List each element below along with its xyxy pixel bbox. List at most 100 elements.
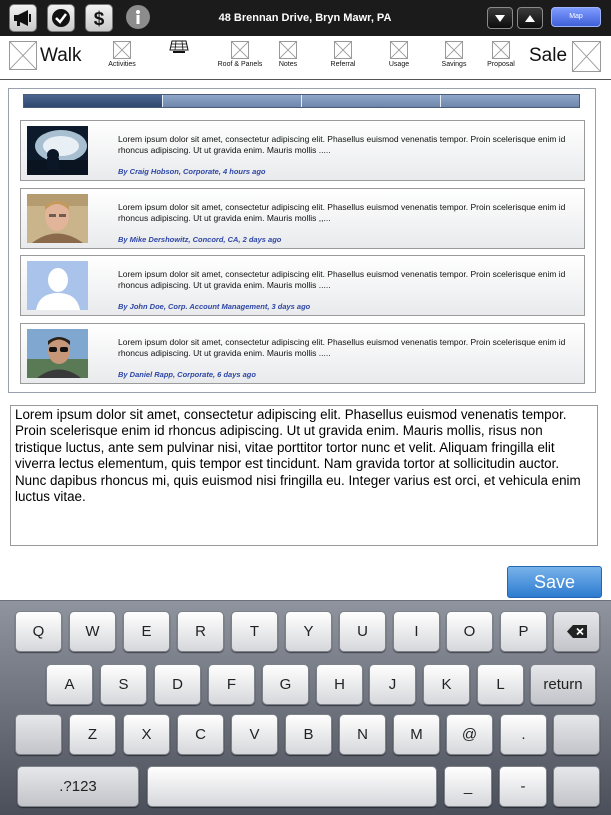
feed-item[interactable]: Lorem ipsum dolor sit amet, consectetur …	[20, 120, 585, 181]
key-v[interactable]: V	[231, 714, 278, 755]
tool-notes[interactable]: Notes	[258, 41, 318, 68]
key-n[interactable]: N	[339, 714, 386, 755]
tool-row: Walk Activities Roof & Panels Notes Refe…	[0, 36, 611, 80]
check-circle-icon	[52, 9, 70, 27]
sunglasses-photo-icon	[27, 329, 88, 378]
man-photo-icon	[27, 194, 88, 243]
tool-usage[interactable]: Usage	[369, 41, 429, 68]
space-key[interactable]	[147, 766, 437, 807]
tool-label: Referral	[330, 61, 356, 68]
solar-panel-icon	[169, 40, 189, 53]
tool-label: Proposal	[487, 61, 515, 68]
previous-button[interactable]	[487, 7, 513, 29]
usage-placeholder-icon	[390, 41, 408, 59]
tool-solar[interactable]	[149, 39, 209, 57]
key-d[interactable]: D	[154, 664, 201, 705]
savings-placeholder-icon	[445, 41, 463, 59]
sale-label[interactable]: Sale	[529, 45, 567, 67]
roof-panels-placeholder-icon	[231, 41, 249, 59]
avatar	[27, 126, 88, 175]
key-at[interactable]: @	[446, 714, 493, 755]
notes-textarea[interactable]: Lorem ipsum dolor sit amet, consectetur …	[10, 405, 598, 546]
hide-keyboard-key[interactable]	[553, 766, 600, 807]
key-b[interactable]: B	[285, 714, 332, 755]
notes-placeholder-icon	[279, 41, 297, 59]
pricing-button[interactable]: $	[85, 4, 113, 32]
return-key[interactable]: return	[530, 664, 596, 705]
map-button[interactable]: Map	[551, 7, 601, 27]
save-button[interactable]: Save	[507, 566, 602, 598]
tool-label: Usage	[388, 61, 410, 68]
key-m[interactable]: M	[393, 714, 440, 755]
key-f[interactable]: F	[208, 664, 255, 705]
feed-item-text: Lorem ipsum dolor sit amet, consectetur …	[118, 202, 566, 223]
feed-tab-4[interactable]	[441, 95, 579, 107]
tool-referral[interactable]: Referral	[313, 41, 373, 68]
key-r[interactable]: R	[177, 611, 224, 652]
key-h[interactable]: H	[316, 664, 363, 705]
activity-feed-panel: Lorem ipsum dolor sit amet, consectetur …	[8, 88, 596, 393]
tool-label: Activities	[108, 61, 136, 68]
feed-item-text: Lorem ipsum dolor sit amet, consectetur …	[118, 269, 566, 290]
activities-placeholder-icon	[113, 41, 131, 59]
key-underscore[interactable]: _	[444, 766, 492, 807]
page-title: 48 Brennan Drive, Bryn Mawr, PA	[218, 12, 392, 24]
sale-placeholder-icon	[572, 41, 601, 72]
chevron-down-icon	[495, 14, 505, 22]
key-q[interactable]: Q	[15, 611, 62, 652]
proposal-placeholder-icon	[492, 41, 510, 59]
on-screen-keyboard: Q W E R T Y U I O P A S D F G H J K L re…	[0, 600, 611, 815]
avatar	[27, 261, 88, 310]
feed-item-text: Lorem ipsum dolor sit amet, consectetur …	[118, 134, 566, 155]
key-dash[interactable]: -	[499, 766, 547, 807]
chevron-up-icon	[525, 14, 535, 22]
key-z[interactable]: Z	[69, 714, 116, 755]
tool-activities[interactable]: Activities	[92, 41, 152, 68]
key-p[interactable]: P	[500, 611, 547, 652]
key-e[interactable]: E	[123, 611, 170, 652]
avatar	[27, 329, 88, 378]
info-icon	[136, 10, 140, 24]
key-t[interactable]: T	[231, 611, 278, 652]
walk-label[interactable]: Walk	[40, 45, 82, 67]
key-x[interactable]: X	[123, 714, 170, 755]
next-button[interactable]	[517, 7, 543, 29]
walk-placeholder-icon	[9, 41, 37, 70]
feed-item[interactable]: Lorem ipsum dolor sit amet, consectetur …	[20, 323, 585, 384]
backspace-icon	[566, 625, 587, 638]
megaphone-button[interactable]	[9, 4, 37, 32]
key-g[interactable]: G	[262, 664, 309, 705]
feed-item-author[interactable]: By John Doe, Corp. Account Management, 3…	[118, 302, 310, 311]
feed-tab-3[interactable]	[302, 95, 441, 107]
feed-item-author[interactable]: By Craig Hobson, Corporate, 4 hours ago	[118, 167, 266, 176]
feed-tab-1[interactable]	[24, 95, 163, 107]
feed-tab-2[interactable]	[163, 95, 302, 107]
feed-item-author[interactable]: By Daniel Rapp, Corporate, 6 days ago	[118, 370, 256, 379]
key-w[interactable]: W	[69, 611, 116, 652]
key-c[interactable]: C	[177, 714, 224, 755]
feed-item[interactable]: Lorem ipsum dolor sit amet, consectetur …	[20, 255, 585, 316]
approve-button[interactable]	[47, 4, 75, 32]
avatar	[27, 194, 88, 243]
tool-proposal[interactable]: Proposal	[471, 41, 531, 68]
numbers-key[interactable]: .?123	[17, 766, 139, 807]
key-k[interactable]: K	[423, 664, 470, 705]
key-o[interactable]: O	[446, 611, 493, 652]
feed-item-author[interactable]: By Mike Dershowitz, Concord, CA, 2 days …	[118, 235, 281, 244]
shift-key[interactable]	[15, 714, 62, 755]
feed-item[interactable]: Lorem ipsum dolor sit amet, consectetur …	[20, 188, 585, 249]
key-period[interactable]: .	[500, 714, 547, 755]
key-y[interactable]: Y	[285, 611, 332, 652]
feed-item-text: Lorem ipsum dolor sit amet, consectetur …	[118, 337, 566, 358]
referral-placeholder-icon	[334, 41, 352, 59]
key-i[interactable]: I	[393, 611, 440, 652]
info-button[interactable]	[126, 5, 150, 29]
key-u[interactable]: U	[339, 611, 386, 652]
key-s[interactable]: S	[100, 664, 147, 705]
shift-key-right[interactable]	[553, 714, 600, 755]
backspace-key[interactable]	[553, 611, 600, 652]
key-l[interactable]: L	[477, 664, 524, 705]
key-j[interactable]: J	[369, 664, 416, 705]
key-a[interactable]: A	[46, 664, 93, 705]
feed-tab-bar	[23, 94, 580, 108]
